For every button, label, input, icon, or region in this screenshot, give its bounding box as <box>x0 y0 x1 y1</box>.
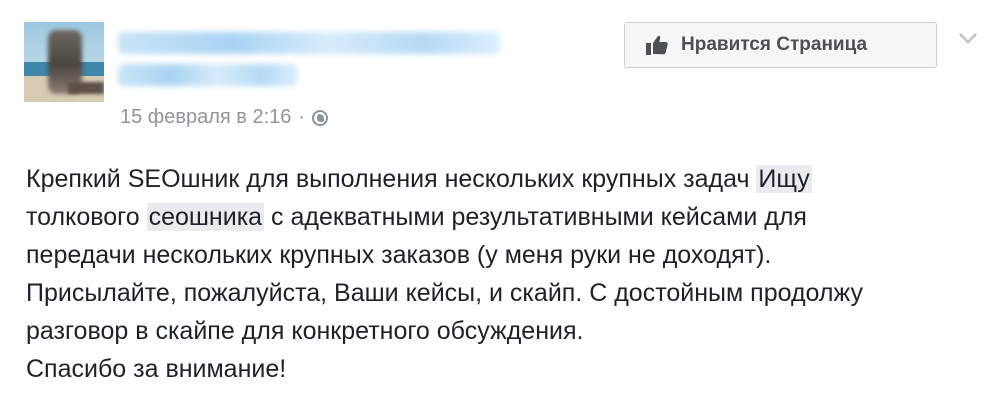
avatar-chair <box>68 82 104 94</box>
post-timestamp[interactable]: 15 февраля в 2:16 <box>120 106 291 129</box>
post-text: с адекватными результативными кейсами дл… <box>264 203 807 231</box>
like-page-button[interactable]: Нравится Страница <box>624 22 937 68</box>
post-line: Спасибо за внимание! <box>26 355 287 383</box>
post-text: Крепкий SEOшник для выполнения нескольки… <box>26 165 757 193</box>
highlighted-keyword[interactable]: сеошника <box>146 203 265 231</box>
post-line: разговор в скайпе для конкретного обсужд… <box>26 317 584 345</box>
blurred-name-line <box>118 64 298 86</box>
chevron-down-icon[interactable] <box>956 28 980 48</box>
blurred-name-line <box>118 32 500 54</box>
like-button-label: Нравится Страница <box>681 34 868 55</box>
post-line: передачи нескольких крупных заказов (у м… <box>26 241 772 269</box>
globe-icon[interactable] <box>312 109 329 126</box>
post-line: толкового сеошника с адекватными результ… <box>26 198 986 236</box>
meta-separator: · <box>298 106 306 128</box>
post-body: Крепкий SEOшник для выполнения нескольки… <box>26 160 986 388</box>
post-meta: 15 февраля в 2:16 · <box>120 106 329 129</box>
highlighted-keyword[interactable]: Ищу <box>756 165 812 193</box>
post-text: толкового <box>26 203 147 231</box>
page-avatar[interactable] <box>24 22 104 102</box>
facebook-post: 15 февраля в 2:16 · Нравится Страница Кр… <box>0 0 1000 401</box>
thumbs-up-icon <box>646 35 668 55</box>
post-line: Присылайте, пожалуйста, Ваши кейсы, и ск… <box>26 279 863 307</box>
page-name-link-blurred[interactable] <box>118 28 503 92</box>
post-line: Крепкий SEOшник для выполнения нескольки… <box>26 160 986 198</box>
